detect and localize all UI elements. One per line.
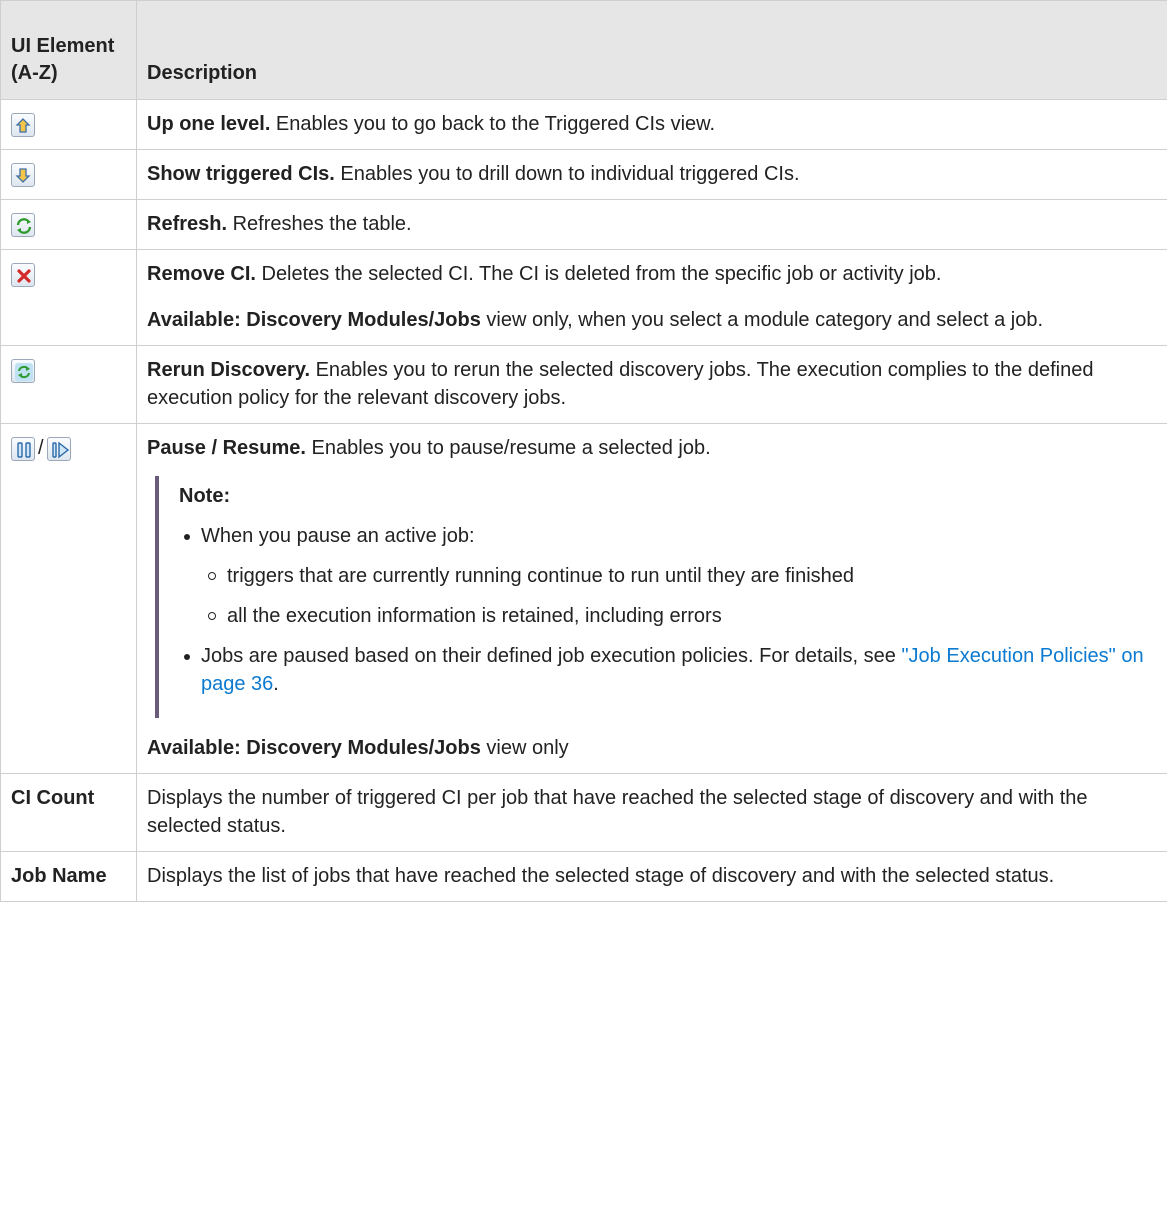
rerun-discovery-icon [11, 358, 35, 383]
ui-element-cell [0, 345, 137, 424]
refresh-icon [11, 212, 35, 237]
row-title: Up one level. [147, 113, 271, 135]
table-header-row: UI Element (A-Z) Description [0, 0, 1167, 100]
table-row: CI Count Displays the number of triggere… [0, 773, 1167, 852]
row-text: Refreshes the table. [227, 213, 412, 235]
description-cell: Pause / Resume. Enables you to pause/res… [136, 423, 1167, 774]
ui-element-cell [0, 199, 137, 250]
row-title: Pause / Resume. [147, 437, 306, 459]
available-label: Available: Discovery Modules/Jobs [147, 309, 481, 331]
table-row: Show triggered CIs. Enables you to drill… [0, 149, 1167, 200]
row-title: Remove CI. [147, 263, 256, 285]
available-text: view only, when you select a module cate… [480, 309, 1043, 331]
row-text: Enables you to go back to the Triggered … [270, 113, 716, 135]
note-list: When you pause an active job: triggers t… [179, 522, 1157, 698]
note-box: Note: When you pause an active job: trig… [155, 476, 1157, 718]
table-row: Refresh. Refreshes the table. [0, 199, 1167, 250]
show-triggered-cis-icon [11, 162, 35, 187]
list-item: triggers that are currently running cont… [208, 562, 1157, 590]
remove-ci-icon [11, 262, 35, 287]
table-row: Job Name Displays the list of jobs that … [0, 851, 1167, 902]
ui-element-cell [0, 99, 137, 150]
table-row: Up one level. Enables you to go back to … [0, 99, 1167, 150]
ui-elements-table: UI Element (A-Z) Description Up one leve… [0, 0, 1167, 902]
row-title: Show triggered CIs. [147, 163, 335, 185]
ui-element-cell [0, 249, 137, 346]
column-header-ui-element: UI Element (A-Z) [0, 0, 137, 100]
description-cell: Remove CI. Deletes the selected CI. The … [136, 249, 1167, 346]
ui-element-cell: / [0, 423, 137, 774]
table-row: Remove CI. Deletes the selected CI. The … [0, 249, 1167, 346]
description-cell: Show triggered CIs. Enables you to drill… [136, 149, 1167, 200]
available-label: Available: Discovery Modules/Jobs [147, 737, 481, 759]
list-item: When you pause an active job: triggers t… [184, 522, 1157, 630]
row-text: Enables you to pause/resume a selected j… [305, 437, 711, 459]
row-text: Deletes the selected CI. The CI is delet… [255, 263, 942, 285]
description-cell: Up one level. Enables you to go back to … [136, 99, 1167, 150]
note-bullet-1: When you pause an active job: [201, 525, 475, 547]
available-text: view only [480, 737, 569, 759]
ui-element-cell [0, 149, 137, 200]
description-cell: Displays the number of triggered CI per … [136, 773, 1167, 852]
description-cell: Displays the list of jobs that have reac… [136, 851, 1167, 902]
table-row: / Pause / Resume. Enables you to pause/r… [0, 423, 1167, 774]
row-title: Refresh. [147, 213, 228, 235]
description-cell: Refresh. Refreshes the table. [136, 199, 1167, 250]
pause-icon [11, 436, 35, 461]
note-title: Note: [179, 485, 231, 507]
row-title: Rerun Discovery. [147, 359, 311, 381]
description-cell: Rerun Discovery. Enables you to rerun th… [136, 345, 1167, 424]
column-header-description: Description [136, 0, 1167, 100]
row-text: Enables you to drill down to individual … [334, 163, 800, 185]
resume-icon [46, 436, 71, 461]
note-bullet-2-text: Jobs are paused based on their defined j… [201, 645, 902, 667]
ui-element-label: CI Count [0, 773, 137, 852]
ui-element-label: Job Name [0, 851, 137, 902]
table-row: Rerun Discovery. Enables you to rerun th… [0, 345, 1167, 424]
up-one-level-icon [11, 112, 35, 137]
note-bullet-2-end: . [273, 673, 279, 695]
list-item: all the execution information is retaine… [208, 602, 1157, 630]
list-item: Jobs are paused based on their defined j… [184, 642, 1157, 698]
note-sublist: triggers that are currently running cont… [201, 562, 1157, 630]
icon-separator: / [38, 437, 44, 459]
